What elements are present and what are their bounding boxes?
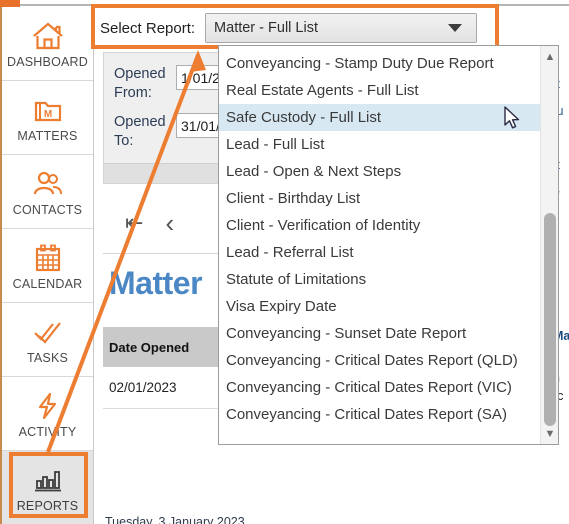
home-icon <box>28 19 68 53</box>
tasks-check-icon <box>28 315 68 349</box>
page-title: Matter <box>109 265 203 301</box>
dropdown-option[interactable]: Lead - Referral List <box>219 239 540 266</box>
scrollbar-thumb[interactable] <box>544 213 556 426</box>
sidebar-item-label: TASKS <box>26 350 69 365</box>
status-bar-date: Tuesday, 3 January 2023 <box>105 515 245 524</box>
sidebar-item-matters[interactable]: M MATTERS <box>2 81 93 155</box>
activity-bolt-icon <box>28 389 68 423</box>
column-header-date-opened: Date Opened <box>109 339 190 355</box>
sidebar-item-activity[interactable]: ACTIVITY <box>2 377 93 451</box>
select-report-dropdown-list[interactable]: Conveyancing - Stamp Duty Due Report Rea… <box>218 45 559 445</box>
dropdown-option[interactable]: Lead - Full List <box>219 131 540 158</box>
sidebar-item-label: CONTACTS <box>12 202 83 217</box>
reports-bar-chart-icon <box>28 463 68 497</box>
sidebar-item-label: CALENDAR <box>12 276 83 291</box>
dropdown-scrollbar[interactable]: ▲ ▼ <box>540 46 558 444</box>
sidebar-item-label: DASHBOARD <box>7 54 88 69</box>
dropdown-options: Conveyancing - Stamp Duty Due Report Rea… <box>219 46 540 444</box>
dropdown-option[interactable]: Statute of Limitations <box>219 266 540 293</box>
top-left-orange-accent <box>0 0 20 7</box>
chevron-down-icon[interactable]: ▼ <box>541 425 559 442</box>
app-window: DASHBOARD M MATTERS CONTACTS CALENDAR TA… <box>0 0 569 524</box>
sidebar-item-calendar[interactable]: CALENDAR <box>2 229 93 303</box>
calendar-icon <box>28 241 68 275</box>
contacts-people-icon <box>28 167 68 201</box>
previous-page-icon[interactable]: ‹ <box>165 210 174 236</box>
sidebar-item-reports[interactable]: REPORTS <box>2 451 93 524</box>
dropdown-option-highlighted[interactable]: Safe Custody - Full List <box>219 104 540 131</box>
dropdown-option[interactable]: Visa Expiry Date <box>219 293 540 320</box>
dropdown-option[interactable]: Client - Birthday List <box>219 185 540 212</box>
sidebar-item-label: ACTIVITY <box>18 424 77 439</box>
select-report-label: Select Report: <box>100 19 196 37</box>
dropdown-option[interactable]: Conveyancing - Critical Dates Report (VI… <box>219 374 540 401</box>
opened-from-label: Opened From: <box>114 66 166 101</box>
sidebar-item-contacts[interactable]: CONTACTS <box>2 155 93 229</box>
dropdown-option[interactable]: Conveyancing - Stamp Duty Due Report <box>219 50 540 77</box>
select-report-value: Matter - Full List <box>214 20 318 36</box>
dropdown-option[interactable]: Conveyancing - Sunset Date Report <box>219 320 540 347</box>
folder-matter-icon: M <box>28 93 68 127</box>
cell-date-opened: 02/01/2023 <box>109 380 177 395</box>
top-divider-rule <box>20 4 569 6</box>
sidebar-item-tasks[interactable]: TASKS <box>2 303 93 377</box>
chevron-down-icon[interactable] <box>448 24 463 32</box>
report-viewer-pager: ⇤ ‹ <box>125 210 174 236</box>
dropdown-option[interactable]: Client - Verification of Identity <box>219 212 540 239</box>
dropdown-option[interactable]: Real Estate Agents - Full List <box>219 77 540 104</box>
svg-text:M: M <box>43 109 51 120</box>
sidebar-item-label: MATTERS <box>17 128 78 143</box>
dropdown-option[interactable]: Conveyancing - Critical Dates Report (QL… <box>219 347 540 374</box>
sidebar-item-dashboard[interactable]: DASHBOARD <box>2 7 93 81</box>
dropdown-option[interactable]: Lead - Open & Next Steps <box>219 158 540 185</box>
first-page-icon[interactable]: ⇤ <box>125 212 143 234</box>
sidebar-item-label: REPORTS <box>16 498 79 513</box>
select-report-combobox[interactable]: Matter - Full List <box>205 13 478 43</box>
dropdown-option[interactable]: Conveyancing - Critical Dates Report (SA… <box>219 401 540 428</box>
sidebar-nav: DASHBOARD M MATTERS CONTACTS CALENDAR TA… <box>2 7 94 524</box>
select-report-bar: Select Report: Matter - Full List <box>100 13 478 43</box>
chevron-up-icon[interactable]: ▲ <box>541 48 559 65</box>
opened-to-label: Opened To: <box>114 114 166 149</box>
